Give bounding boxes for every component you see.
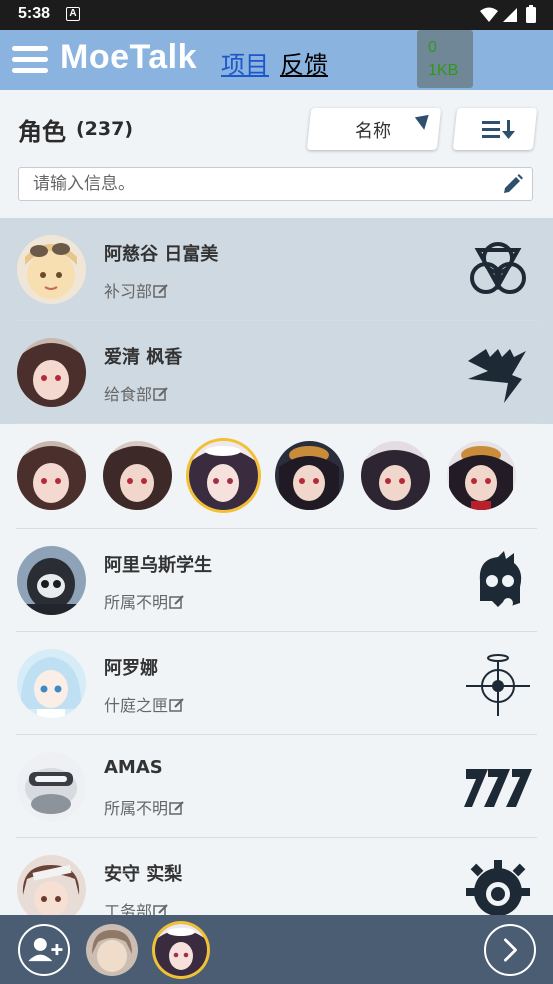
system-icons xyxy=(480,5,536,23)
app-header: MoeTalk 项目 反馈 0 1KB xyxy=(0,30,553,90)
edit-icon xyxy=(153,387,168,401)
avatar xyxy=(17,855,86,915)
character-name: 爱清 枫香 xyxy=(104,347,183,368)
nav-link-project[interactable]: 项目 xyxy=(221,45,269,80)
list-item[interactable]: 阿罗娜 什庭之匣 xyxy=(0,632,553,735)
character-list: 阿慈谷 日富美 补习部 爱清 枫香 给食部 阿里乌斯学生 所属不明 阿罗娜 什庭… xyxy=(0,218,553,915)
app-root: 5:38 A MoeTalk 项目 反馈 0 1KB 角色 (237) 名称 请… xyxy=(0,0,553,984)
gehenna-logo-icon xyxy=(468,349,526,403)
list-item[interactable]: 安守 实梨 工务部 xyxy=(0,838,553,915)
edit-icon xyxy=(153,284,168,298)
character-count: (237) xyxy=(76,118,134,140)
character-name: AMAS xyxy=(104,757,163,778)
avatar xyxy=(17,649,86,718)
variant-avatar[interactable] xyxy=(103,441,172,510)
edit-icon xyxy=(169,698,184,712)
dropdown-triangle-icon xyxy=(414,114,432,132)
character-club[interactable]: 所属不明 xyxy=(104,795,185,819)
avatar xyxy=(17,338,86,407)
selection-bar xyxy=(0,915,553,984)
battery-icon xyxy=(526,7,536,23)
status-time: 5:38 xyxy=(18,5,51,22)
schale-logo-icon xyxy=(466,654,530,716)
variant-avatar[interactable] xyxy=(275,441,344,510)
character-club[interactable]: 工务部 xyxy=(104,898,169,915)
avatar xyxy=(17,752,86,821)
page-title: 角色 xyxy=(18,118,66,146)
character-club[interactable]: 补习部 xyxy=(104,278,169,302)
avatar xyxy=(17,546,86,615)
edit-icon xyxy=(169,801,184,815)
signal-icon xyxy=(503,8,517,22)
menu-icon[interactable] xyxy=(12,46,50,74)
selected-character-avatar[interactable] xyxy=(86,924,138,976)
chevron-right-icon[interactable] xyxy=(484,924,536,976)
wifi-icon xyxy=(480,7,498,22)
storage-unit: 1KB xyxy=(428,62,459,79)
notification-icon: A xyxy=(66,7,80,21)
costume-variant-strip xyxy=(0,424,553,529)
edit-icon xyxy=(169,595,184,609)
storage-value: 0 xyxy=(428,39,437,56)
add-character-button[interactable] xyxy=(18,924,70,976)
millennium-logo-icon xyxy=(464,769,532,807)
variant-avatar[interactable] xyxy=(361,441,430,510)
trinity-logo-icon xyxy=(470,242,526,294)
character-name: 安守 实梨 xyxy=(104,864,183,885)
storage-indicator: 0 1KB xyxy=(417,30,473,88)
edit-icon xyxy=(153,904,168,915)
list-item[interactable]: 爱清 枫香 给食部 xyxy=(0,321,553,424)
arius-logo-icon xyxy=(479,551,522,608)
list-item[interactable]: 阿里乌斯学生 所属不明 xyxy=(0,529,553,632)
avatar xyxy=(17,235,86,304)
search-box xyxy=(18,167,533,201)
character-name: 阿里乌斯学生 xyxy=(104,555,212,576)
red-winter-logo-icon xyxy=(466,860,530,915)
sort-order-icon xyxy=(482,120,515,139)
variant-avatar[interactable] xyxy=(189,441,258,510)
character-club[interactable]: 所属不明 xyxy=(104,589,185,613)
character-name: 阿慈谷 日富美 xyxy=(104,244,219,265)
character-club[interactable]: 给食部 xyxy=(104,381,169,405)
sort-select-label: 名称 xyxy=(355,121,391,142)
variant-avatar[interactable] xyxy=(17,441,86,510)
search-input[interactable] xyxy=(33,174,493,194)
nav-link-feedback[interactable]: 反馈 xyxy=(280,45,328,80)
app-logo: MoeTalk xyxy=(60,38,198,76)
pencil-icon[interactable] xyxy=(502,173,524,195)
character-club[interactable]: 什庭之匣 xyxy=(104,692,185,716)
selected-character-avatar[interactable] xyxy=(155,924,207,976)
variant-avatar[interactable] xyxy=(447,441,516,510)
list-item[interactable]: AMAS 所属不明 xyxy=(0,735,553,838)
character-name: 阿罗娜 xyxy=(104,658,158,679)
list-item[interactable]: 阿慈谷 日富美 补习部 xyxy=(0,218,553,321)
status-bar: 5:38 A xyxy=(0,0,553,30)
